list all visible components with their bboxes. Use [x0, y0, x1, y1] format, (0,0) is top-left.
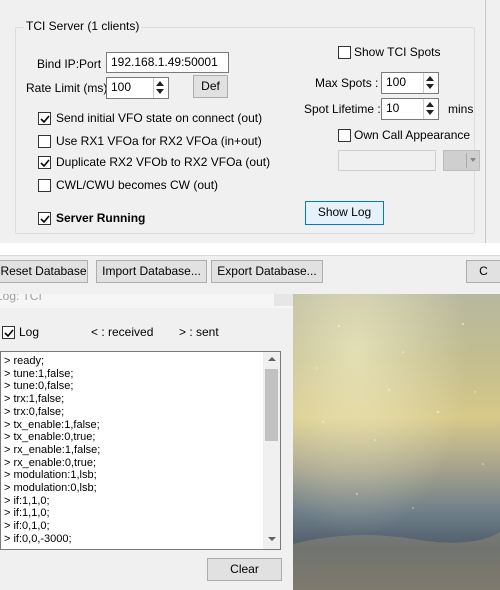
- own-call-appearance-checkbox[interactable]: [338, 129, 351, 142]
- checkmark-icon: [40, 159, 50, 168]
- spot-lifetime-label: Spot Lifetime :: [304, 102, 381, 116]
- checkmark-icon: [4, 329, 14, 338]
- log-enable-label: Log: [19, 325, 40, 339]
- mins-label: mins: [448, 102, 474, 116]
- close-icon[interactable]: [274, 294, 293, 306]
- log-line: > tune:0,false;: [4, 380, 74, 393]
- log-textarea[interactable]: > ready; > tune:1,false; > tune:0,false; > …: [0, 351, 281, 550]
- log-scrollbar[interactable]: [263, 352, 280, 549]
- log-line: > tx_enable:0,true;: [4, 431, 96, 444]
- log-line: > ready;: [4, 355, 45, 367]
- log-line: > rx_enable:0,true;: [4, 456, 97, 469]
- spot-lifetime-spinner[interactable]: [423, 99, 438, 119]
- duplicate-rx2-vfob-label: Duplicate RX2 VFOb to RX2 VFOa (out): [56, 155, 271, 169]
- reset-database-button[interactable]: Reset Database: [0, 260, 88, 283]
- log-line: > rx_enable:1,false;: [4, 443, 101, 456]
- spot-lifetime-value: 10: [386, 101, 400, 115]
- own-call-color-picker[interactable]: [443, 150, 480, 171]
- checkmark-icon: [40, 115, 50, 124]
- server-running-checkbox[interactable]: [38, 212, 51, 225]
- log-line: > if:0,1,0;: [4, 520, 50, 533]
- export-database-button[interactable]: Export Database...: [211, 260, 323, 283]
- log-lines: > ready; > tune:1,false; > tune:0,false; > …: [4, 355, 266, 546]
- log-line: > if:1,1,0;: [4, 507, 50, 520]
- bind-ip-input[interactable]: 192.168.1.49:50001: [106, 52, 229, 73]
- spin-down-icon[interactable]: [426, 110, 434, 115]
- def-button[interactable]: Def: [193, 75, 228, 98]
- log-line: > tx_enable:1,false;: [4, 418, 100, 431]
- checkmark-icon: [40, 215, 50, 224]
- bind-ip-label: Bind IP:Port: [37, 57, 102, 71]
- dropdown-divider: [466, 153, 467, 168]
- database-toolbar: Reset Database Import Database... Export…: [0, 256, 500, 294]
- import-database-button[interactable]: Import Database...: [96, 260, 207, 283]
- spin-up-icon[interactable]: [156, 81, 164, 86]
- log-line: > trx:1,false;: [4, 393, 65, 406]
- show-tci-spots-label: Show TCI Spots: [354, 45, 441, 59]
- max-spots-spinner[interactable]: [423, 73, 438, 93]
- scroll-up-icon[interactable]: [268, 357, 276, 361]
- window-separator: [0, 243, 500, 256]
- scroll-down-icon[interactable]: [268, 537, 276, 541]
- spin-up-icon[interactable]: [426, 76, 434, 81]
- star-speckles: [293, 323, 500, 590]
- log-title-bar: Log: TCI: [0, 294, 293, 308]
- legend-received: < : received: [91, 325, 154, 339]
- server-running-label: Server Running: [56, 211, 146, 225]
- log-enable-checkbox[interactable]: [2, 326, 15, 339]
- log-line: > modulation:0,lsb;: [4, 482, 97, 495]
- partial-button[interactable]: C: [466, 260, 500, 283]
- chevron-down-icon: [470, 158, 476, 162]
- spin-down-icon[interactable]: [156, 89, 164, 94]
- send-initial-vfo-checkbox[interactable]: [38, 112, 51, 125]
- cwl-cwu-checkbox[interactable]: [38, 179, 51, 192]
- rate-limit-value: 100: [111, 80, 132, 94]
- use-rx1-vfoa-checkbox[interactable]: [38, 135, 51, 148]
- log-line: > if:1,1,0;: [4, 494, 50, 507]
- spin-down-icon[interactable]: [426, 84, 434, 89]
- log-line: > tune:1,false;: [4, 367, 74, 380]
- duplicate-rx2-vfob-checkbox[interactable]: [38, 156, 51, 169]
- rate-limit-spinner[interactable]: [153, 78, 168, 98]
- log-line: > modulation:1,lsb;: [4, 469, 97, 482]
- send-initial-vfo-label: Send initial VFO state on connect (out): [56, 111, 263, 125]
- scrollbar-thumb[interactable]: [265, 369, 278, 441]
- max-spots-label: Max Spots :: [315, 76, 379, 90]
- background-image: [293, 294, 500, 590]
- spin-up-icon[interactable]: [426, 102, 434, 107]
- show-tci-spots-checkbox[interactable]: [338, 46, 351, 59]
- cwl-cwu-label: CWL/CWU becomes CW (out): [56, 178, 219, 192]
- clear-button[interactable]: Clear: [207, 558, 282, 581]
- log-line: > trx:0,false;: [4, 405, 65, 418]
- own-call-appearance-label: Own Call Appearance: [354, 128, 471, 142]
- max-spots-value: 100: [386, 75, 407, 89]
- legend-sent: > : sent: [179, 325, 219, 339]
- window-border: [485, 0, 500, 243]
- tci-server-group-title: TCI Server (1 clients): [24, 19, 142, 33]
- log-line: > if:0,0,-3000;: [4, 532, 72, 545]
- log-window: Log: TCI Log < : received > : sent > rea…: [0, 294, 293, 590]
- rate-limit-label: Rate Limit (ms): [26, 81, 108, 95]
- log-window-title: Log: TCI: [0, 294, 42, 303]
- own-call-text-field[interactable]: [338, 150, 436, 171]
- tci-settings-panel: TCI Server (1 clients) Bind IP:Port 192.…: [0, 0, 500, 243]
- use-rx1-vfoa-label: Use RX1 VFOa for RX2 VFOa (in+out): [56, 134, 262, 148]
- show-log-button[interactable]: Show Log: [305, 201, 384, 225]
